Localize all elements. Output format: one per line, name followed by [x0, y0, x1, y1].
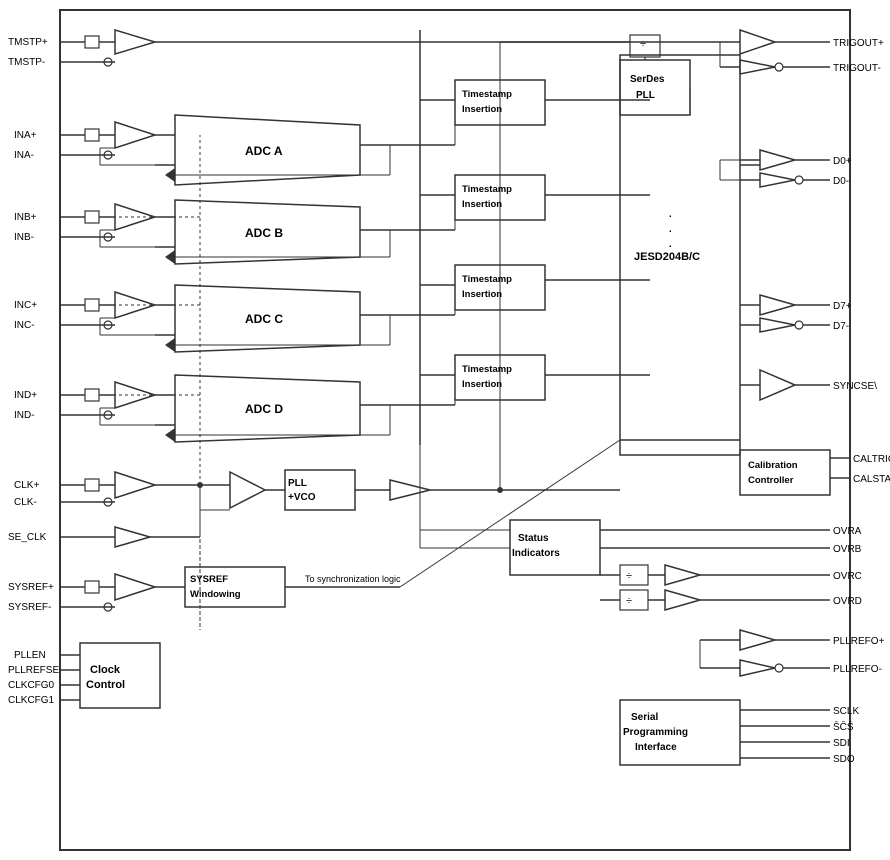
- ts-insert-2-label: Timestamp: [462, 184, 512, 195]
- status-ind-label: Status: [518, 533, 549, 544]
- ts-insert-3-label2: Insertion: [462, 289, 502, 300]
- clock-control-label: Clock: [90, 664, 121, 676]
- pin-d0-plus: D0+: [833, 156, 852, 167]
- pin-clkcfg0: CLKCFG0: [8, 680, 55, 691]
- ellipsis-dots2: ·: [668, 222, 673, 238]
- pin-ovrc: OVRC: [833, 571, 862, 582]
- adc-d-label: ADC D: [245, 402, 283, 416]
- pin-tmstp-plus: TMSTP+: [8, 37, 48, 48]
- pin-d7-minus: D7-: [833, 321, 849, 332]
- pin-caltrig: CALTRIG: [853, 454, 890, 465]
- pin-inb-minus: INB-: [14, 232, 34, 243]
- pin-ovrd: OVRD: [833, 596, 862, 607]
- pin-d7-plus: D7+: [833, 301, 852, 312]
- sysref-windowing-label: SYSREF: [190, 574, 228, 585]
- pll-vco-label2: +VCO: [288, 492, 316, 503]
- pin-scs: S̄C̄S̄: [833, 720, 854, 733]
- adc-c-label: ADC C: [245, 312, 283, 326]
- pin-se-clk: SE_CLK: [8, 532, 47, 543]
- clock-control-label2: Control: [86, 679, 125, 691]
- pin-pllrefse: PLLREFSE: [8, 665, 59, 676]
- pin-pllrefo-minus: PLLREFO-: [833, 664, 882, 675]
- pin-ind-plus: IND+: [14, 390, 37, 401]
- pin-sdi: SDI: [833, 738, 850, 749]
- pin-ind-minus: IND-: [14, 410, 35, 421]
- block-diagram-svg: TMSTP+ TMSTP- INA+ INA- ADC: [0, 0, 890, 860]
- pin-sdo: SDO: [833, 754, 855, 765]
- cal-ctrl-label2: Controller: [748, 475, 794, 486]
- ts-insert-1-label2: Insertion: [462, 104, 502, 115]
- pin-clk-minus: CLK-: [14, 497, 37, 508]
- ellipsis-dots3: ·: [668, 237, 673, 253]
- spi-label2: Programming: [623, 727, 688, 738]
- pin-pllen: PLLEN: [14, 650, 46, 661]
- spi-label3: Interface: [635, 742, 677, 753]
- div-ovrd: ÷: [626, 595, 632, 607]
- status-ind-label2: Indicators: [512, 548, 560, 559]
- ellipsis-dots: ·: [668, 207, 673, 223]
- ts-insert-4-label2: Insertion: [462, 379, 502, 390]
- adc-a-label: ADC A: [245, 144, 283, 158]
- pin-ina-minus: INA-: [14, 150, 34, 161]
- pin-ina-plus: INA+: [14, 130, 37, 141]
- pin-clkcfg1: CLKCFG1: [8, 695, 55, 706]
- divider-symbol: ÷: [640, 38, 646, 50]
- pin-calstat: CALSTAT: [853, 474, 890, 485]
- pin-ovra: OVRA: [833, 526, 862, 537]
- serdes-pll-label: SerDes: [630, 74, 665, 85]
- pin-ovrb: OVRB: [833, 544, 862, 555]
- sysref-windowing-label2: Windowing: [190, 589, 241, 600]
- ts-insert-2-label2: Insertion: [462, 199, 502, 210]
- pin-clk-plus: CLK+: [14, 480, 39, 491]
- pin-sysref-plus: SYSREF+: [8, 582, 54, 593]
- pin-pllrefo-plus: PLLREFO+: [833, 636, 885, 647]
- cal-ctrl-label: Calibration: [748, 460, 798, 471]
- pin-inc-minus: INC-: [14, 320, 35, 331]
- ts-insert-3-label: Timestamp: [462, 274, 512, 285]
- pin-d0-minus: D0-: [833, 176, 849, 187]
- spi-label: Serial: [631, 712, 658, 723]
- ts-insert-4-label: Timestamp: [462, 364, 512, 375]
- pin-syncse: SYNCSE\: [833, 381, 877, 392]
- pll-vco-label: PLL: [288, 478, 307, 489]
- pin-inc-plus: INC+: [14, 300, 37, 311]
- pin-inb-plus: INB+: [14, 212, 37, 223]
- ts-insert-1-label: Timestamp: [462, 89, 512, 100]
- diagram-container: TMSTP+ TMSTP- INA+ INA- ADC: [0, 0, 890, 860]
- pin-sclk: SCLK: [833, 706, 859, 717]
- sync-logic-label: To synchronization logic: [305, 574, 401, 584]
- pin-sysref-minus: SYSREF-: [8, 602, 51, 613]
- pin-trigout-plus: TRIGOUT+: [833, 38, 884, 49]
- pin-tmstp-minus: TMSTP-: [8, 57, 45, 68]
- adc-b-label: ADC B: [245, 226, 283, 240]
- pin-trigout-minus: TRIGOUT-: [833, 63, 881, 74]
- div-ovrc: ÷: [626, 570, 632, 582]
